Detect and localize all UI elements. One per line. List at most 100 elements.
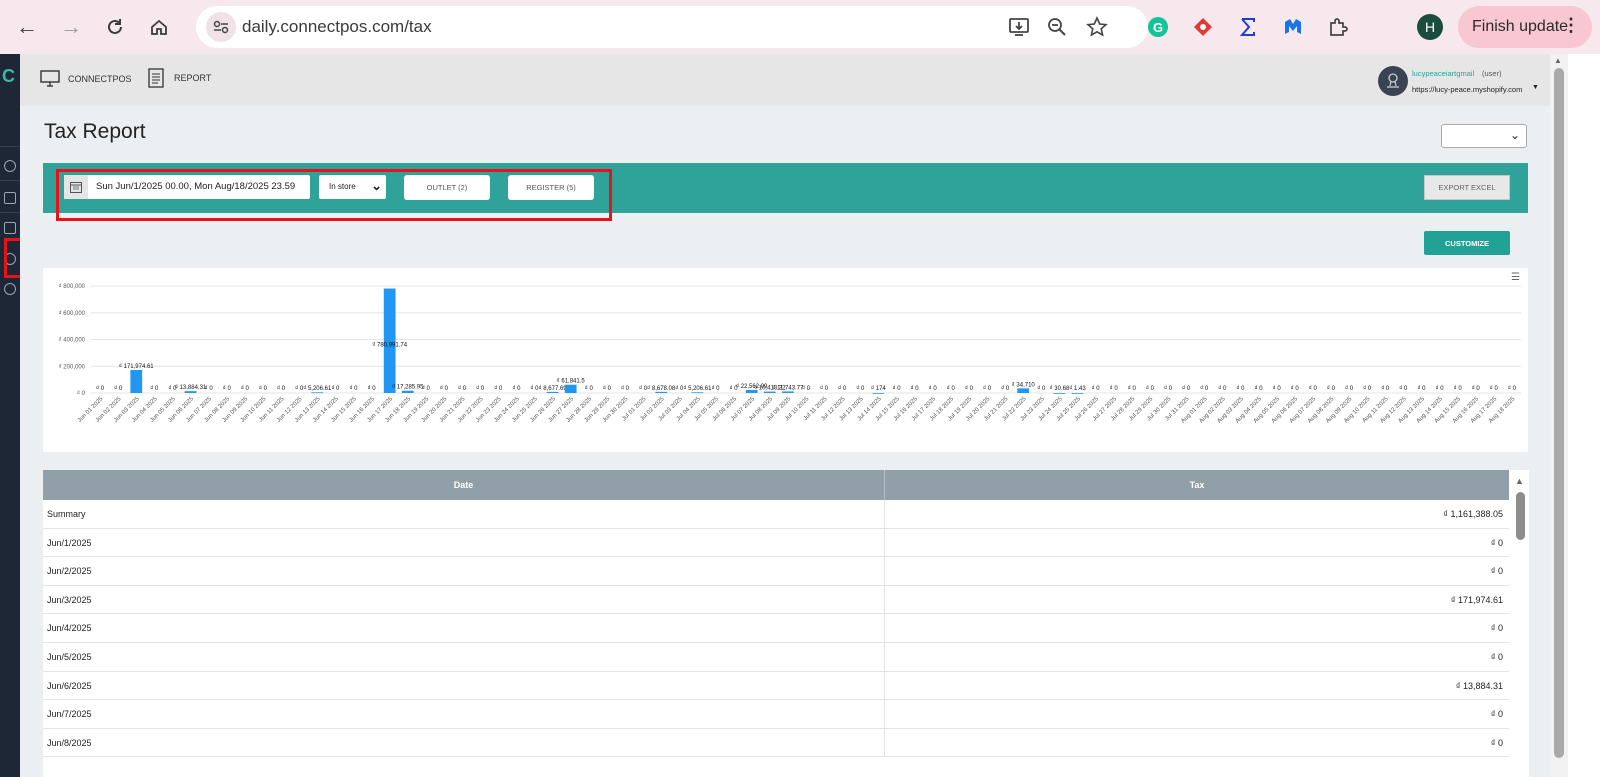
scroll-up-icon[interactable]: ▲ — [1554, 56, 1562, 65]
column-header-date[interactable]: Date — [43, 470, 885, 500]
chart-menu-icon[interactable]: ☰ — [1511, 272, 1520, 283]
extension-sigma-icon[interactable] — [1235, 14, 1261, 40]
home-icon[interactable] — [144, 12, 174, 42]
report-type-select[interactable]: ⌄ — [1441, 124, 1527, 148]
store-url[interactable]: https://lucy-peace.myshopify.com — [1412, 85, 1522, 94]
malwarebytes-icon[interactable] — [1280, 14, 1306, 40]
data-label: ₫ 0 — [96, 386, 105, 392]
page-scroll-thumb[interactable] — [1554, 68, 1564, 758]
data-label: ₫ 61,841.5 — [557, 379, 586, 385]
table-scroll-thumb[interactable] — [1516, 492, 1525, 540]
table-row[interactable]: Jun/6/2025 ₫ 13,884.31 — [43, 671, 1509, 701]
sidebar-divider — [0, 212, 20, 213]
data-label: ₫ 0 — [585, 386, 594, 392]
address-bar[interactable]: daily.connectpos.com/tax — [196, 6, 1148, 48]
user-avatar[interactable] — [1378, 66, 1408, 96]
data-label: ₫ 0 — [1417, 386, 1426, 392]
chart-bar — [763, 391, 776, 393]
connectpos-logo[interactable]: C — [2, 66, 15, 87]
chevron-down-icon: ⌄ — [1509, 128, 1520, 142]
data-label: ₫ 0 — [1001, 386, 1010, 392]
cell-tax: ₫ 0 — [1490, 737, 1503, 748]
scroll-up-icon[interactable]: ▲ — [1515, 476, 1524, 486]
table-scrollbar[interactable]: ▲ — [1513, 476, 1527, 776]
forward-icon[interactable]: → — [56, 12, 86, 42]
app-header: CONNECTPOS REPORT lucypeaceiartgmail (us… — [20, 54, 1550, 106]
site-settings-icon[interactable] — [206, 12, 236, 42]
chart-bar — [872, 392, 885, 394]
data-label: ₫ 780,991.74 — [372, 343, 407, 349]
url-text[interactable]: daily.connectpos.com/tax — [242, 17, 432, 37]
data-label: ₫ 0 — [947, 386, 956, 392]
cell-tax: ₫ 0 — [1490, 537, 1503, 548]
page-title: Tax Report — [44, 120, 146, 143]
customize-button[interactable]: CUSTOMIZE — [1424, 231, 1510, 255]
table-row[interactable]: Jun/4/2025 ₫ 0 — [43, 614, 1509, 643]
column-header-tax[interactable]: Tax — [885, 470, 1509, 500]
y-tick-label: ₫ 600,000 — [59, 311, 86, 317]
reload-icon[interactable] — [100, 12, 130, 42]
grammarly-icon[interactable]: G — [1145, 14, 1171, 40]
svg-text:G: G — [1153, 20, 1163, 35]
sidebar-box-icon[interactable] — [4, 222, 16, 234]
export-excel-button[interactable]: EXPORT EXCEL — [1424, 175, 1510, 200]
data-label: ₫ 0 — [1218, 386, 1227, 392]
data-label: ₫ 0 — [1435, 386, 1444, 392]
data-label: ₫ 0 — [1254, 386, 1263, 392]
data-label: ₫ 11,743.77 — [772, 385, 804, 391]
data-label: ₫ 0 — [331, 386, 340, 392]
data-label: ₫ 0 — [277, 386, 286, 392]
extension-diamond-icon[interactable] — [1190, 14, 1216, 40]
data-label: ₫ 0 — [892, 386, 901, 392]
data-label: ₫ 1.43 — [1069, 386, 1086, 392]
data-label: ₫ 0 — [965, 386, 974, 392]
profile-avatar[interactable]: H — [1417, 14, 1443, 40]
data-label: ₫ 0 — [621, 386, 630, 392]
monitor-icon — [40, 70, 60, 87]
table-row[interactable]: Jun/2/2025 ₫ 0 — [43, 557, 1509, 586]
table-row[interactable]: Summary ₫ 1,161,388.05 — [43, 500, 1509, 529]
window-edge — [1568, 54, 1600, 777]
caret-down-icon[interactable]: ▼ — [1532, 84, 1539, 91]
page-scrollbar[interactable]: ▲ — [1550, 54, 1568, 777]
nav-report-label: REPORT — [174, 73, 212, 83]
chart-bar — [1017, 388, 1030, 393]
bookmark-star-icon[interactable] — [1086, 16, 1108, 38]
data-label: ₫ 0 — [1200, 386, 1209, 392]
chart-bar — [1053, 392, 1066, 394]
table-row[interactable]: Jun/8/2025 ₫ 0 — [43, 728, 1509, 758]
data-label: ₫ 0 — [856, 386, 865, 392]
sidebar-cart-icon[interactable] — [4, 192, 16, 204]
data-label: ₫ 0 — [1291, 386, 1300, 392]
data-label: ₫ 0 — [368, 386, 377, 392]
sidebar-clock-icon[interactable] — [4, 160, 16, 172]
chart-bar — [655, 391, 668, 393]
data-label: ₫ 0 — [1037, 386, 1046, 392]
data-label: ₫ 0 — [458, 386, 467, 392]
data-label: ₫ 0 — [1110, 386, 1119, 392]
table-row[interactable]: Jun/7/2025 ₫ 0 — [43, 700, 1509, 729]
sidebar-globe-icon[interactable] — [4, 283, 16, 295]
tax-chart: ₫ 0 ₫ 200,000 ₫ 400,000 ₫ 600,000 ₫ 800,000 ₫… — [43, 268, 1528, 452]
zoom-icon[interactable] — [1046, 16, 1068, 38]
cell-date: Jun/4/2025 — [43, 614, 885, 643]
finish-update-button[interactable]: Finish update ⋮ — [1458, 6, 1592, 48]
data-label: ₫ 0 — [1309, 386, 1318, 392]
table-row[interactable]: Jun/5/2025 ₫ 0 — [43, 642, 1509, 672]
data-label: ₫ 0 — [1182, 386, 1191, 392]
data-label: ₫ 0 — [1490, 386, 1499, 392]
data-label: ₫ 0 — [422, 386, 431, 392]
user-email[interactable]: lucypeaceiartgmail — [1412, 69, 1474, 78]
chart-bar — [184, 391, 197, 393]
table-row[interactable]: Jun/3/2025 ₫ 171,974.61 — [43, 585, 1509, 615]
extensions-puzzle-icon[interactable] — [1325, 14, 1351, 40]
more-menu-icon[interactable]: ⋮ — [1562, 15, 1580, 36]
y-tick-label: ₫ 400,000 — [59, 338, 86, 344]
cell-tax: ₫ 0 — [1490, 651, 1503, 662]
back-icon[interactable]: ← — [12, 12, 42, 42]
data-label: ₫ 0 — [150, 386, 159, 392]
nav-connectpos[interactable]: CONNECTPOS — [40, 70, 132, 87]
install-app-icon[interactable] — [1008, 16, 1030, 38]
table-row[interactable]: Jun/1/2025 ₫ 0 — [43, 528, 1509, 558]
nav-report[interactable]: REPORT — [148, 68, 211, 88]
